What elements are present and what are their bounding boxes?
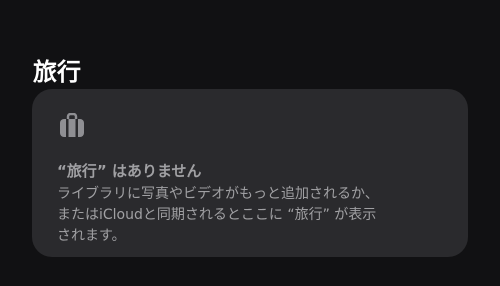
empty-state-title: “旅行” はありません <box>57 162 202 181</box>
photos-screen: 旅行 “旅行” はありません ライブラリに写真やビデオがもっと追加されるか、 ま… <box>0 0 500 286</box>
trips-empty-state-card: “旅行” はありません ライブラリに写真やビデオがもっと追加されるか、 またはi… <box>32 89 468 257</box>
suitcase-icon <box>58 112 86 138</box>
trips-section-title: 旅行 <box>33 58 81 87</box>
empty-state-message: ライブラリに写真やビデオがもっと追加されるか、 またはiCloudと同期されると… <box>57 186 379 244</box>
